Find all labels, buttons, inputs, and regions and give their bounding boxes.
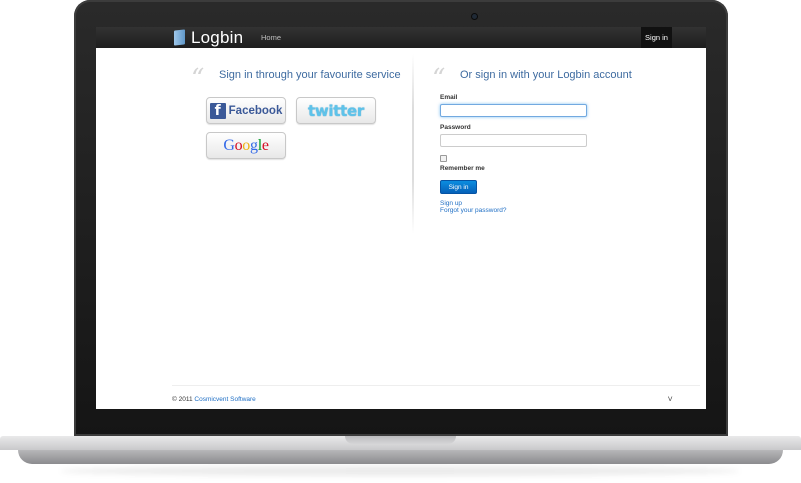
email-field[interactable] xyxy=(440,104,587,117)
quote-icon: “ xyxy=(191,64,205,94)
laptop-base-bottom xyxy=(18,450,783,464)
quote-icon: “ xyxy=(432,64,446,94)
laptop-notch xyxy=(345,436,456,444)
logbin-logo-icon xyxy=(174,29,185,46)
twitter-button[interactable]: twitter xyxy=(296,97,376,124)
footer-version: V xyxy=(668,396,673,403)
google-letter: e xyxy=(261,136,269,154)
brand[interactable]: Logbin xyxy=(174,27,243,48)
login-title: Or sign in with your Logbin account xyxy=(460,69,632,81)
password-field[interactable] xyxy=(440,134,587,147)
laptop-screen: Logbin Home Sign in “ Sign in through yo… xyxy=(96,27,706,409)
sign-up-link[interactable]: Sign up xyxy=(440,200,462,207)
google-button[interactable]: Google xyxy=(206,132,286,159)
nav-sign-in-link[interactable]: Sign in xyxy=(641,27,672,48)
google-letter: G xyxy=(223,136,235,154)
footer-divider xyxy=(172,385,700,386)
footer-copyright: © 2011 Cosmicvent Software xyxy=(172,396,256,403)
remember-me-checkbox[interactable] xyxy=(440,155,447,162)
facebook-button[interactable]: f Facebook xyxy=(206,97,286,124)
google-letter: g xyxy=(250,136,258,154)
password-label: Password xyxy=(440,124,471,131)
services-title: Sign in through your favourite service xyxy=(219,69,401,81)
copyright-text: © 2011 xyxy=(172,396,193,403)
column-divider xyxy=(412,54,414,234)
twitter-label: twitter xyxy=(308,101,364,120)
google-logo: Google xyxy=(223,136,269,155)
google-letter: o xyxy=(242,136,250,154)
forgot-password-link[interactable]: Forgot your password? xyxy=(440,207,506,214)
company-link[interactable]: Cosmicvent Software xyxy=(194,396,255,403)
laptop-shadow xyxy=(60,466,740,476)
brand-name: Logbin xyxy=(191,27,244,47)
facebook-icon: f xyxy=(209,102,226,119)
email-label: Email xyxy=(440,94,458,101)
camera-icon xyxy=(472,14,477,19)
navbar: Logbin Home Sign in xyxy=(96,27,706,48)
sign-in-button[interactable]: Sign in xyxy=(440,180,477,194)
remember-me-label: Remember me xyxy=(440,165,485,172)
nav-home-link[interactable]: Home xyxy=(261,27,281,48)
facebook-label: Facebook xyxy=(228,104,283,117)
